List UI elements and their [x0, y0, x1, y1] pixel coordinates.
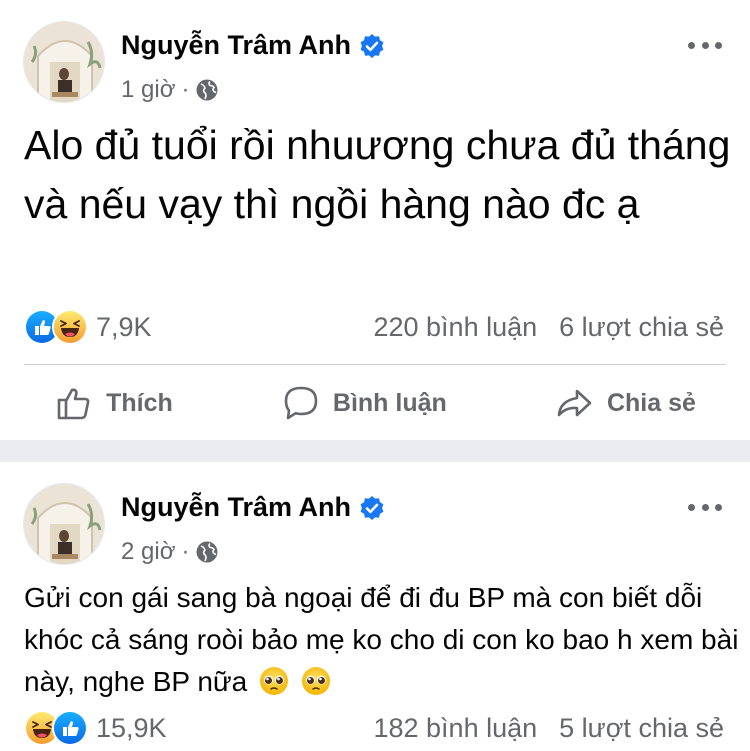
- share-outline-icon: [557, 389, 592, 417]
- avatar[interactable]: [23, 483, 105, 565]
- avatar[interactable]: [23, 21, 105, 103]
- like-label: Thích: [106, 388, 173, 417]
- feed-separator: [0, 440, 750, 462]
- globe-icon: [195, 78, 219, 102]
- author-row: Nguyễn Trâm Anh: [121, 30, 385, 61]
- more-options-icon[interactable]: [688, 502, 722, 512]
- like-button[interactable]: Thích: [54, 383, 173, 423]
- meta-separator: ·: [181, 538, 190, 565]
- post-card: Nguyễn Trâm Anh 1 giờ · Alo đủ tuổi rồi …: [0, 0, 750, 440]
- haha-reaction-icon: [52, 309, 88, 345]
- meta-separator: ·: [181, 76, 190, 103]
- share-count-link[interactable]: 6 lượt chia sẻ: [559, 312, 724, 343]
- like-reaction-icon: [52, 710, 88, 746]
- post-text: Gửi con gái sang bà ngoại để đi đu BP mà…: [24, 582, 739, 697]
- verified-badge-icon: [359, 33, 385, 59]
- author-row: Nguyễn Trâm Anh: [121, 492, 385, 523]
- post-text: Alo đủ tuổi rồi nhuương chưa đủ tháng và…: [24, 122, 731, 227]
- post-meta: 1 giờ ·: [121, 76, 219, 104]
- reactions-summary[interactable]: 15,9K: [24, 710, 167, 746]
- like-outline-icon: [57, 388, 90, 420]
- post-time[interactable]: 2 giờ: [121, 538, 175, 566]
- share-count-link[interactable]: 5 lượt chia sẻ: [559, 713, 724, 744]
- share-button[interactable]: Chia sẻ: [555, 383, 696, 423]
- post-time[interactable]: 1 giờ: [121, 76, 175, 104]
- pleading-face-emoji: [259, 666, 289, 696]
- comment-count-link[interactable]: 220 bình luận: [373, 312, 537, 343]
- comment-outline-icon: [284, 386, 318, 420]
- comment-label: Bình luận: [332, 388, 447, 417]
- pleading-face-emoji: [301, 666, 331, 696]
- action-bar: Thích Bình luận Chia sẻ: [0, 383, 750, 423]
- author-name[interactable]: Nguyễn Trâm Anh: [121, 492, 351, 523]
- post-stats: 7,9K 220 bình luận 6 lượt chia sẻ: [24, 309, 724, 345]
- comment-count-link[interactable]: 182 bình luận: [373, 713, 537, 744]
- more-options-icon[interactable]: [688, 40, 722, 50]
- reaction-count: 7,9K: [96, 311, 152, 342]
- post-text-container: Gửi con gái sang bà ngoại để đi đu BP mà…: [24, 577, 739, 703]
- comment-button[interactable]: Bình luận: [281, 383, 447, 423]
- verified-badge-icon: [359, 495, 385, 521]
- globe-icon: [195, 540, 219, 564]
- share-label: Chia sẻ: [606, 388, 696, 417]
- author-name[interactable]: Nguyễn Trâm Anh: [121, 30, 351, 61]
- post-card: Nguyễn Trâm Anh 2 giờ · Gửi con gái sang…: [0, 462, 750, 751]
- post-stats: 15,9K 182 bình luận 5 lượt chia sẻ: [24, 710, 724, 746]
- divider: [24, 364, 726, 365]
- reactions-summary[interactable]: 7,9K: [24, 309, 152, 345]
- reaction-count: 15,9K: [96, 712, 167, 743]
- post-meta: 2 giờ ·: [121, 538, 219, 566]
